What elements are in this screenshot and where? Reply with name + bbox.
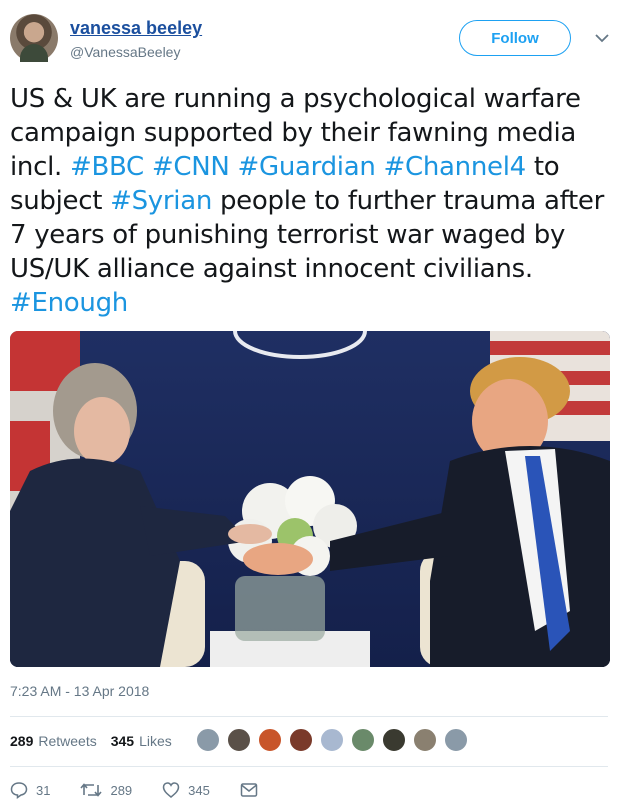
likes-stat[interactable]: 345 Likes [111, 733, 172, 749]
tweet-text-segment: US & UK are running a psychological warf… [10, 84, 581, 114]
tweet-text-segment: to [525, 152, 560, 182]
tweet-actions: 31 289 345 [10, 778, 288, 802]
tweet-text-line: 7 years of punishing terrorist war waged… [10, 218, 614, 252]
follow-button[interactable]: Follow [459, 20, 571, 56]
retweets-label: Retweets [38, 733, 97, 749]
reply-icon [10, 782, 28, 799]
engagement-stats: 289 Retweets 345 Likes [10, 726, 186, 756]
liker-avatar[interactable] [196, 728, 220, 752]
liker-avatar[interactable] [227, 728, 251, 752]
tweet-text-line: US/UK alliance against innocent civilian… [10, 252, 614, 286]
divider [10, 716, 608, 717]
tweet-text-segment [230, 152, 238, 182]
retweets-count: 289 [10, 733, 34, 749]
tweet-text-segment: US/UK alliance against innocent civilian… [10, 254, 533, 284]
tweet-text-segment: 7 years of punishing terrorist war waged… [10, 220, 566, 250]
liker-avatar[interactable] [258, 728, 282, 752]
envelope-icon [240, 783, 258, 797]
like-button[interactable]: 345 [162, 781, 210, 799]
hashtag-link[interactable]: #Syrian [110, 186, 212, 216]
tweet-text-line: incl. #BBC #CNN #Guardian #Channel4 to [10, 150, 614, 184]
liker-avatar[interactable] [320, 728, 344, 752]
likes-count: 345 [110, 733, 135, 749]
direct-message-button[interactable] [240, 782, 258, 798]
retweets-stat[interactable]: 289 Retweets [10, 733, 97, 749]
tweet-text-line: #Enough [10, 286, 614, 320]
tweet-text-line: campaign supported by their fawning medi… [10, 116, 614, 150]
tweet-timestamp[interactable]: 7:23 AM - 13 Apr 2018 [10, 683, 149, 699]
tweet-text-line: subject #Syrian people to further trauma… [10, 184, 614, 218]
hashtag-link[interactable]: #Guardian [238, 152, 376, 182]
user-name-link[interactable]: vanessa beeley [70, 18, 202, 39]
retweet-button[interactable]: 289 [80, 781, 132, 799]
heart-icon [162, 782, 180, 798]
reply-count: 31 [36, 782, 51, 798]
tweet-text-segment: subject [10, 186, 111, 216]
chevron-down-icon[interactable] [590, 26, 614, 50]
hashtag-link[interactable]: #BBC [70, 152, 144, 182]
tweet-header: vanessa beeley @VanessaBeeley Follow [10, 14, 614, 66]
retweet-count: 289 [110, 782, 133, 798]
likes-label: Likes [139, 733, 172, 749]
tweet-photo[interactable] [10, 331, 610, 667]
liker-avatar[interactable] [289, 728, 313, 752]
liker-avatar[interactable] [382, 728, 406, 752]
user-avatar[interactable] [10, 14, 58, 62]
tweet-text-segment: people to further trauma after [212, 186, 605, 216]
tweet-text: US & UK are running a psychological warf… [10, 82, 614, 320]
divider [10, 766, 608, 767]
hashtag-link[interactable]: #CNN [152, 152, 230, 182]
like-count: 345 [188, 782, 210, 798]
tweet-text-line: US & UK are running a psychological warf… [10, 82, 614, 116]
tweet-text-segment: incl. [10, 152, 70, 182]
user-handle[interactable]: @VanessaBeeley [70, 44, 180, 60]
photo-image [10, 331, 610, 667]
hashtag-link[interactable]: #Enough [10, 288, 128, 318]
hashtag-link[interactable]: #Channel4 [383, 152, 526, 182]
liker-avatar[interactable] [351, 728, 375, 752]
retweet-icon [80, 783, 103, 797]
tweet-text-segment: campaign supported by their fawning medi… [10, 118, 577, 148]
liker-avatar[interactable] [444, 728, 468, 752]
reply-button[interactable]: 31 [10, 781, 50, 799]
liker-avatar[interactable] [413, 728, 437, 752]
tweet-text-segment [144, 152, 152, 182]
